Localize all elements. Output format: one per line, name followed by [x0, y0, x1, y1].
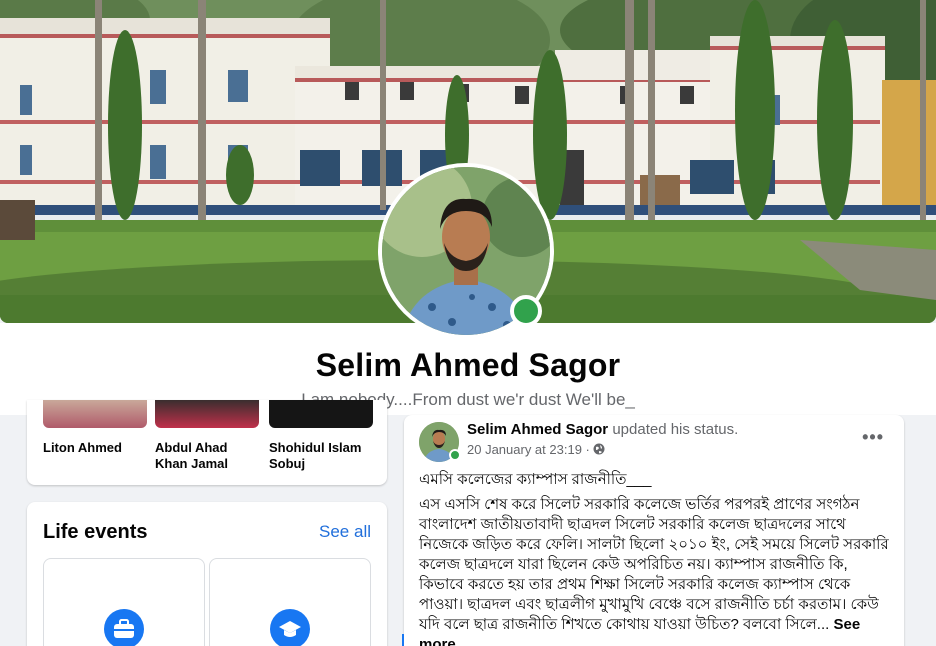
friend-name[interactable]: Abdul Ahad Khan Jamal: [155, 440, 259, 472]
scroll-marker: [402, 634, 404, 646]
friend-item[interactable]: Liton Ahmed: [43, 400, 147, 456]
status-post: Selim Ahmed Sagor updated his status. 20…: [404, 415, 904, 646]
globe-icon: [593, 443, 605, 455]
post-timestamp[interactable]: 20 January at 23:19 ·: [467, 442, 590, 457]
friend-name[interactable]: Shohidul Islam Sobuj: [269, 440, 373, 472]
post-header: Selim Ahmed Sagor updated his status.: [467, 421, 738, 438]
see-all-link[interactable]: See all: [319, 522, 371, 542]
post-action: updated his status.: [612, 421, 739, 438]
post-options-button[interactable]: •••: [862, 427, 884, 448]
briefcase-icon: [104, 609, 144, 646]
friend-photo[interactable]: [43, 400, 147, 428]
friend-photo[interactable]: [155, 400, 259, 428]
friends-card: Liton Ahmed Abdul Ahad Khan Jamal Shohid…: [27, 400, 387, 485]
life-events-title: Life events: [43, 521, 148, 543]
post-text: এস এসসি শেষ করে সিলেট সরকারি কলেজে ভর্তি…: [419, 496, 889, 633]
friend-item[interactable]: Abdul Ahad Khan Jamal: [155, 400, 259, 472]
post-author-name[interactable]: Selim Ahmed Sagor: [467, 421, 608, 438]
post-body: এস এসসি শেষ করে সিলেট সরকারি কলেজে ভর্তি…: [419, 495, 891, 646]
online-status-indicator: [510, 295, 542, 327]
life-events-card: Life events See all: [27, 502, 387, 646]
post-meta: 20 January at 23:19 ·: [467, 442, 605, 457]
friend-item[interactable]: Shohidul Islam Sobuj: [269, 400, 373, 472]
friend-photo[interactable]: [269, 400, 373, 428]
profile-name: Selim Ahmed Sagor: [315, 347, 621, 383]
graduation-cap-icon: [270, 609, 310, 646]
life-event-item[interactable]: [43, 558, 205, 646]
post-headline: এমসি কলেজের ক্যাম্পাস রাজনীতি___: [419, 471, 652, 488]
life-event-item[interactable]: [209, 558, 371, 646]
online-status-indicator: [449, 449, 461, 461]
friend-name[interactable]: Liton Ahmed: [43, 440, 147, 456]
